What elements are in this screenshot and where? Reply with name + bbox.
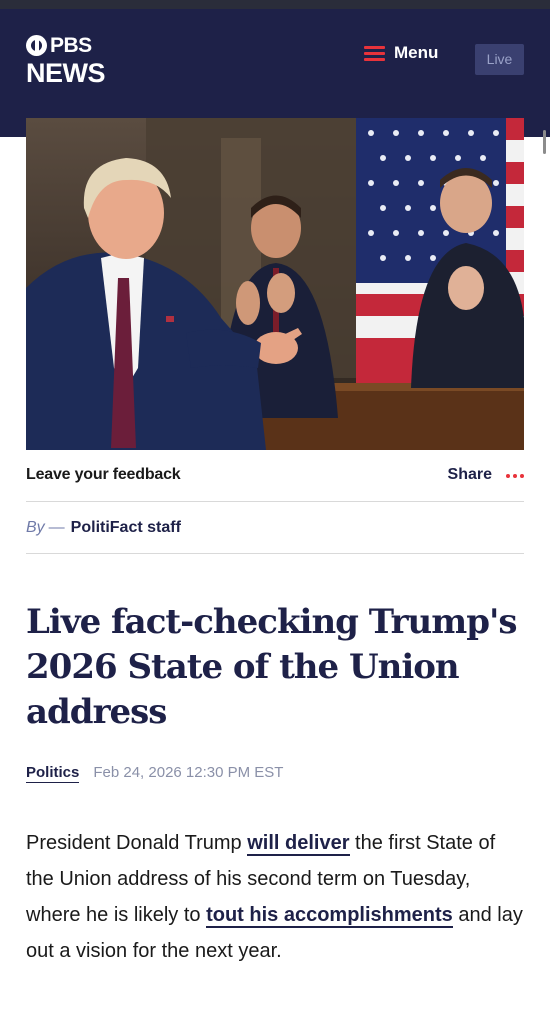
byline: By — PolitiFact staff — [26, 519, 181, 537]
byline-prefix: By — [26, 519, 45, 536]
more-options-icon[interactable] — [506, 474, 524, 478]
live-button[interactable]: Live — [475, 44, 524, 75]
author-link[interactable]: PolitiFact staff — [71, 519, 181, 536]
byline-dash: — — [48, 519, 65, 536]
category-link[interactable]: Politics — [26, 764, 80, 783]
will-deliver-link[interactable]: will deliver — [247, 832, 350, 856]
article-paragraph: President Donald Trump will deliver the … — [26, 825, 526, 969]
tout-accomplishments-link[interactable]: tout his accomplishments — [206, 904, 453, 928]
divider — [26, 501, 524, 502]
article-title: Live fact-checking Trump's 2026 State of… — [26, 602, 518, 732]
paragraph-text: President Donald Trump — [26, 832, 248, 854]
article-meta: Politics Feb 24, 2026 12:30 PM EST — [26, 764, 284, 783]
leave-feedback-link[interactable]: Leave your feedback — [26, 466, 181, 484]
status-strip — [0, 0, 550, 9]
publish-date: Feb 24, 2026 12:30 PM EST — [93, 764, 284, 781]
logo-pbs-text: PBS — [50, 34, 92, 57]
pbs-news-logo[interactable]: PBS NEWS — [26, 34, 106, 88]
pbs-head-icon — [26, 35, 47, 56]
hero-illustration — [26, 118, 524, 450]
utility-row: Leave your feedback Share — [26, 466, 524, 488]
scrollbar[interactable] — [543, 130, 546, 154]
logo-news-text: NEWS — [26, 58, 106, 88]
share-button[interactable]: Share — [448, 466, 492, 484]
hamburger-icon — [364, 45, 385, 61]
menu-button[interactable]: Menu — [364, 43, 438, 63]
hero-image — [26, 118, 524, 450]
divider — [26, 553, 524, 554]
menu-label: Menu — [394, 43, 439, 62]
